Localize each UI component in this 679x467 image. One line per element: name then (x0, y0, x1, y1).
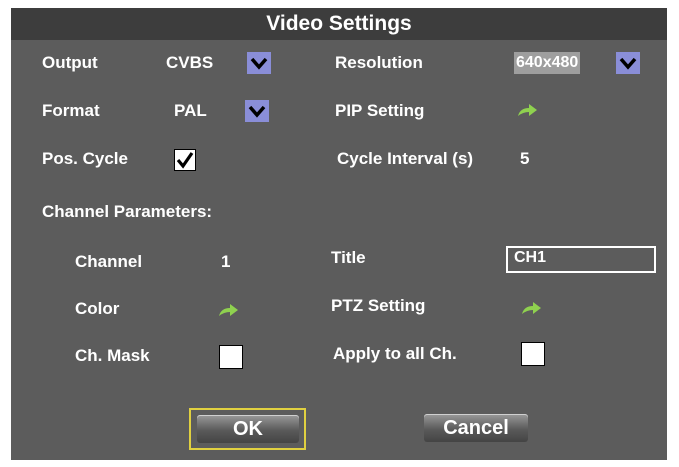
pip-setting-label: PIP Setting (335, 101, 425, 120)
ch-mask-label: Ch. Mask (75, 346, 150, 365)
color-arrow-icon[interactable] (217, 303, 239, 317)
resolution-value[interactable]: 640x480 (514, 52, 581, 74)
cycle-interval-label: Cycle Interval (s) (337, 149, 474, 168)
ptz-setting-arrow-icon[interactable] (520, 301, 542, 315)
pos-cycle-label: Pos. Cycle (42, 149, 128, 168)
ch-mask-checkbox[interactable] (219, 345, 243, 369)
color-label: Color (75, 299, 120, 318)
pos-cycle-checkbox[interactable] (174, 149, 196, 171)
title-label: Title (331, 248, 366, 267)
chevron-down-icon (250, 57, 268, 70)
resolution-label: Resolution (335, 53, 423, 72)
cycle-interval-value[interactable]: 5 (520, 149, 529, 169)
format-value[interactable]: PAL (174, 101, 207, 121)
title-input[interactable]: CH1 (506, 246, 656, 273)
output-value[interactable]: CVBS (166, 53, 213, 73)
format-label: Format (42, 101, 100, 120)
dialog-title: Video Settings (11, 8, 667, 40)
checkmark-icon (176, 152, 194, 169)
channel-value[interactable]: 1 (221, 252, 230, 272)
format-dropdown-button[interactable] (245, 100, 269, 122)
chevron-down-icon (248, 105, 266, 118)
video-settings-dialog: Video Settings Output CVBS Resolution 64… (11, 8, 667, 460)
ptz-setting-label: PTZ Setting (331, 296, 426, 315)
channel-label: Channel (75, 252, 143, 271)
pip-setting-arrow-icon[interactable] (516, 103, 538, 117)
chevron-down-icon (619, 57, 637, 70)
resolution-dropdown-button[interactable] (616, 52, 640, 74)
ok-button[interactable]: OK (197, 415, 299, 443)
channel-parameters-heading: Channel Parameters: (42, 202, 213, 221)
apply-to-all-checkbox[interactable] (521, 342, 545, 366)
output-label: Output (42, 53, 98, 72)
apply-to-all-label: Apply to all Ch. (333, 344, 457, 363)
cancel-button[interactable]: Cancel (424, 414, 528, 442)
output-dropdown-button[interactable] (247, 52, 271, 74)
